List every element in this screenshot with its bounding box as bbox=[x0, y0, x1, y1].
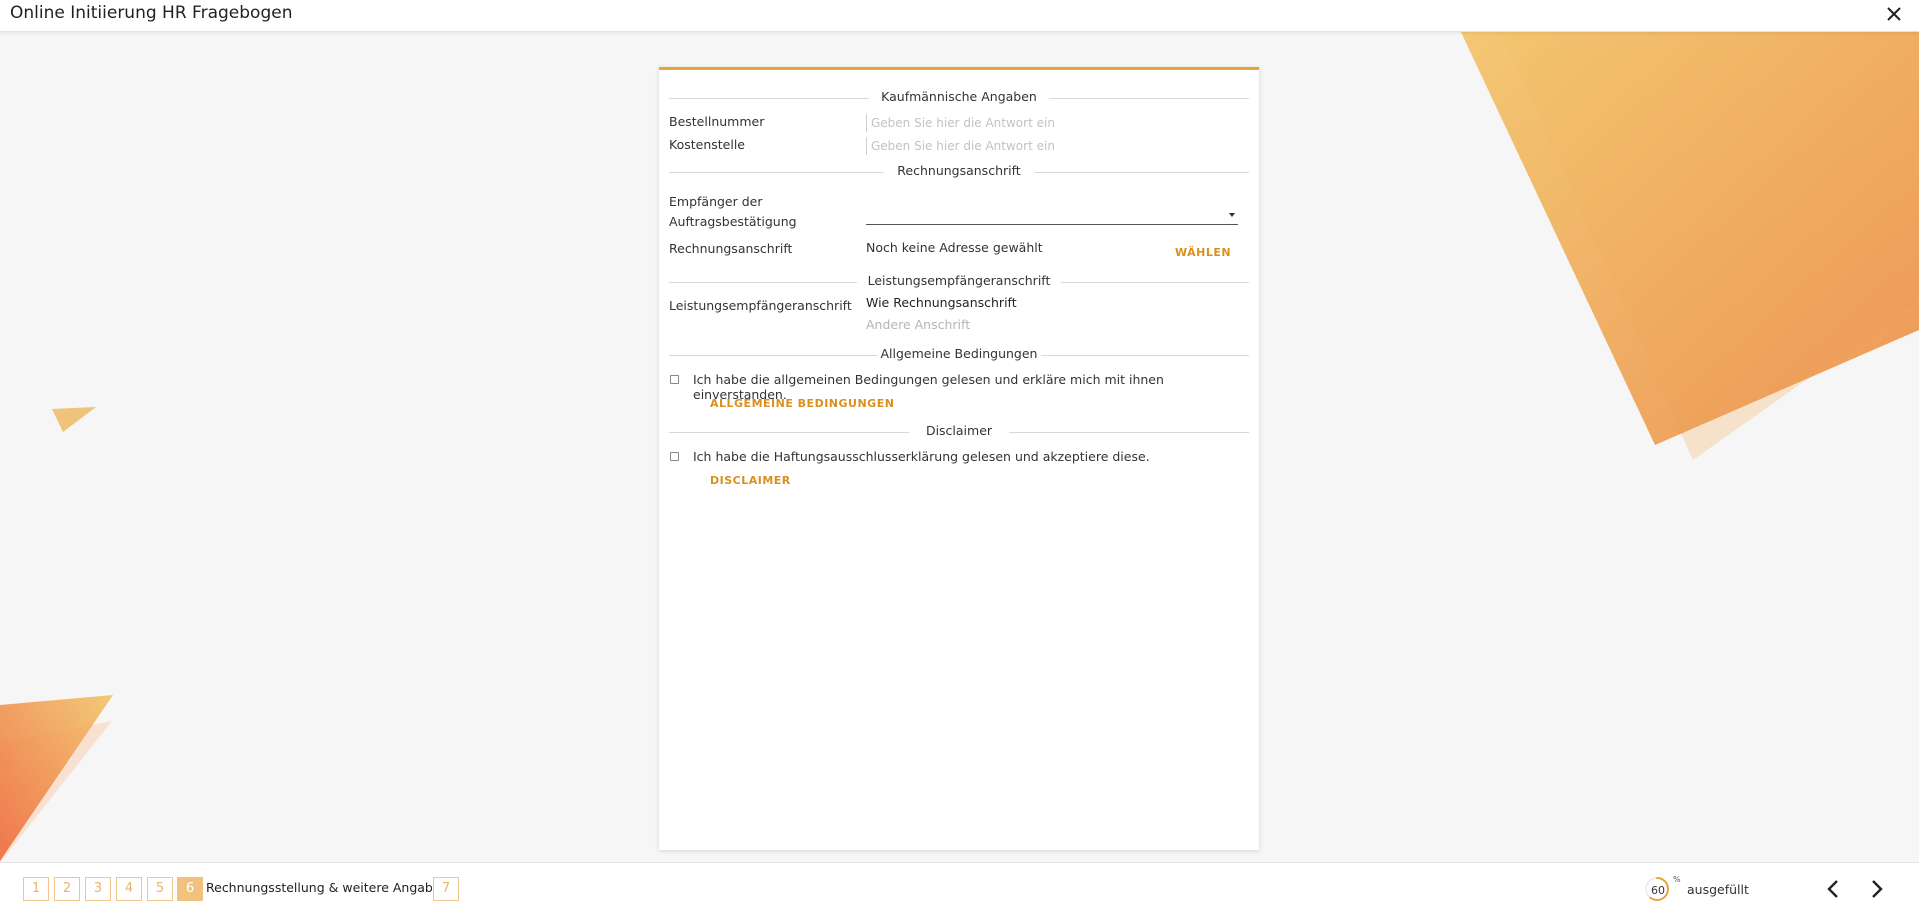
progress-unit: % bbox=[1673, 875, 1681, 884]
step-2[interactable]: 2 bbox=[54, 877, 80, 901]
rechnungsanschrift-value: Noch keine Adresse gewählt bbox=[866, 240, 1043, 255]
agb-checkbox[interactable] bbox=[670, 375, 679, 384]
kostenstelle-input[interactable] bbox=[866, 137, 1236, 155]
empfaenger-label-line1: Empfänger der bbox=[669, 194, 763, 209]
decorative-shape-right bbox=[1460, 30, 1919, 460]
step-3[interactable]: 3 bbox=[85, 877, 111, 901]
empfaenger-select[interactable] bbox=[866, 203, 1238, 225]
decorative-shape-small bbox=[52, 407, 96, 432]
disclaimer-link[interactable]: DISCLAIMER bbox=[710, 474, 791, 487]
chevron-left-icon bbox=[1827, 880, 1838, 898]
step-7[interactable]: 7 bbox=[433, 877, 459, 901]
section-title: Disclaimer bbox=[925, 423, 993, 438]
rechnungsanschrift-label: Rechnungsanschrift bbox=[669, 241, 793, 256]
section-kaufmaennische-angaben: Kaufmännische Angaben bbox=[669, 89, 1249, 107]
option-wie-rechnungsanschrift[interactable]: Wie Rechnungsanschrift bbox=[866, 295, 1017, 310]
step-4[interactable]: 4 bbox=[116, 877, 142, 901]
bestellnummer-label: Bestellnummer bbox=[669, 114, 765, 129]
section-title: Leistungsempfängeranschrift bbox=[867, 273, 1051, 288]
previous-button[interactable] bbox=[1822, 877, 1846, 901]
close-icon bbox=[1887, 7, 1901, 21]
section-leistungsempfaengeranschrift: Leistungsempfängeranschrift bbox=[669, 273, 1249, 291]
bestellnummer-input[interactable] bbox=[866, 114, 1236, 132]
caret-down-icon bbox=[1229, 213, 1235, 217]
active-step-title: Rechnungsstellung & weitere Angaben bbox=[206, 880, 449, 895]
section-title: Kaufmännische Angaben bbox=[881, 89, 1037, 104]
app-title: Online Initiierung HR Fragebogen bbox=[10, 3, 293, 23]
haftung-text: Ich habe die Haftungsausschlusserklärung… bbox=[693, 449, 1150, 464]
footer-bar: 1 2 3 4 5 6 Rechnungsstellung & weitere … bbox=[0, 862, 1919, 913]
option-andere-anschrift[interactable]: Andere Anschrift bbox=[866, 317, 970, 332]
step-1[interactable]: 1 bbox=[23, 877, 49, 901]
section-title: Allgemeine Bedingungen bbox=[880, 346, 1038, 361]
section-title: Rechnungsanschrift bbox=[897, 163, 1021, 178]
allgemeine-bedingungen-link[interactable]: ALLGEMEINE BEDINGUNGEN bbox=[710, 397, 894, 410]
form-card: Kaufmännische Angaben Bestellnummer Kost… bbox=[659, 67, 1259, 850]
leistungsempfaengeranschrift-label: Leistungsempfängeranschrift bbox=[669, 298, 852, 313]
decorative-shape-left bbox=[0, 695, 113, 863]
haftung-checkbox[interactable] bbox=[670, 452, 679, 461]
section-disclaimer: Disclaimer bbox=[669, 423, 1249, 441]
title-bar: Online Initiierung HR Fragebogen bbox=[0, 0, 1919, 32]
section-rechnungsanschrift: Rechnungsanschrift bbox=[669, 163, 1249, 181]
close-button[interactable] bbox=[1883, 3, 1905, 25]
section-allgemeine-bedingungen: Allgemeine Bedingungen bbox=[669, 346, 1249, 364]
progress-value: 60 bbox=[1651, 884, 1665, 897]
next-button[interactable] bbox=[1864, 877, 1888, 901]
chevron-right-icon bbox=[1872, 880, 1883, 898]
progress-label: ausgefüllt bbox=[1687, 882, 1749, 897]
empfaenger-label-line2: Auftragsbestätigung bbox=[669, 214, 797, 229]
step-5[interactable]: 5 bbox=[147, 877, 173, 901]
waehlen-button[interactable]: WÄHLEN bbox=[1175, 246, 1231, 259]
kostenstelle-label: Kostenstelle bbox=[669, 137, 745, 152]
step-6-active[interactable]: 6 bbox=[177, 877, 203, 901]
